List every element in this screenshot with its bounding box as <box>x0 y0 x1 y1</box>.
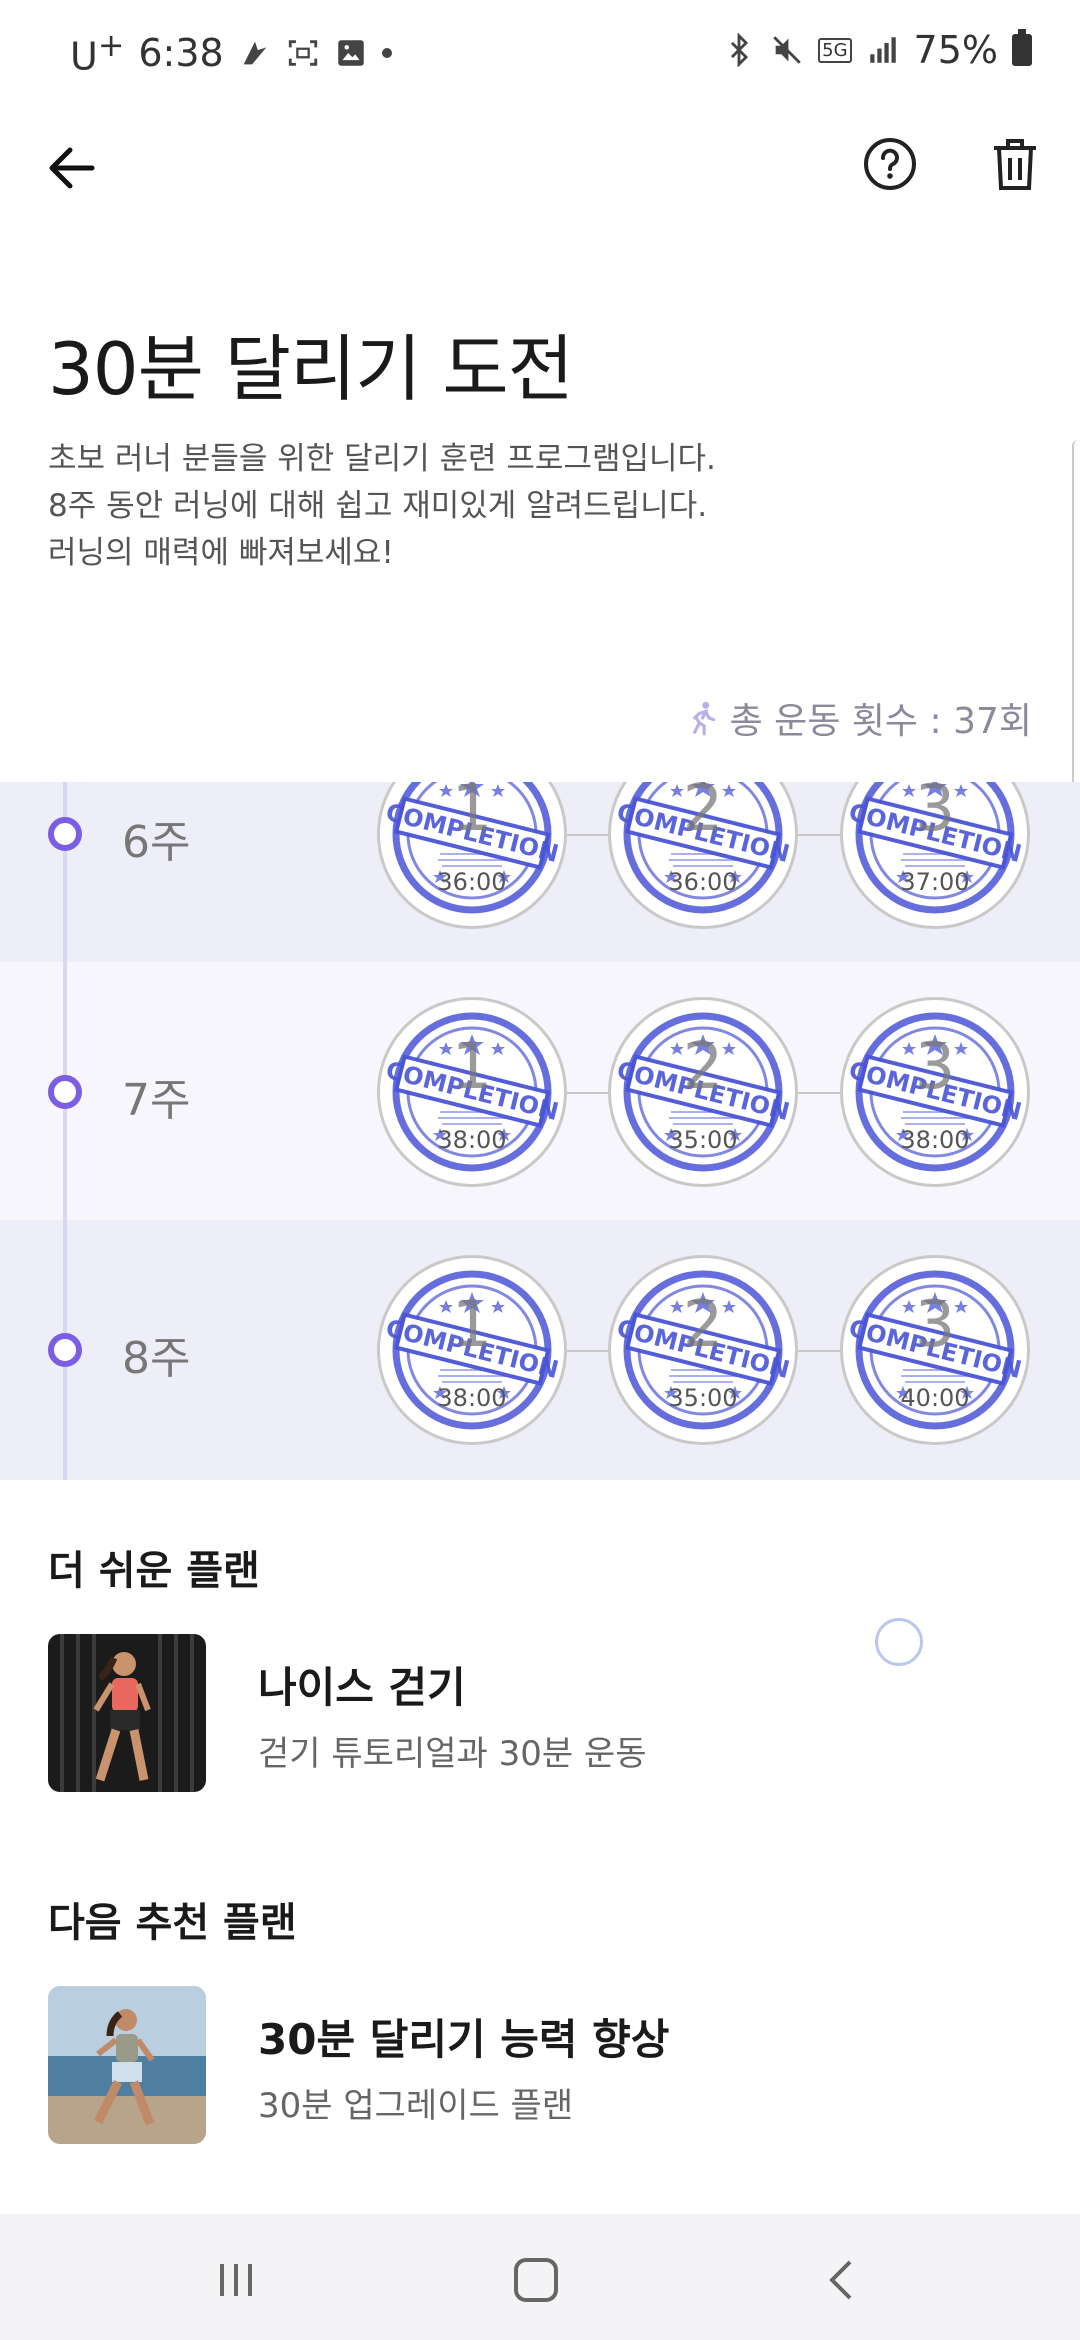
session-connector <box>798 1350 840 1352</box>
signal-icon <box>869 37 896 63</box>
session-connector <box>798 1092 840 1094</box>
description-line: 러닝의 매력에 빠져보세요! <box>48 535 394 571</box>
help-button[interactable] <box>862 136 918 192</box>
bluetooth-icon <box>731 33 749 67</box>
session-duration: 36:00 <box>668 868 738 896</box>
session-stamp[interactable]: COMPLETION 2 35:00 <box>608 1255 798 1445</box>
status-bar: U+ 6:38 5G 75% <box>0 0 1080 100</box>
app-notification-icon <box>243 41 267 65</box>
program-title: 30분 달리기 도전 <box>48 327 574 411</box>
total-count-label: 총 운동 횟수 : 37회 <box>729 701 1032 742</box>
session-stamp[interactable]: COMPLETION 3 37:00 <box>840 782 1030 929</box>
total-workout-count: 총 운동 횟수 : 37회 <box>682 692 1032 744</box>
status-left: U+ 6:38 <box>70 28 392 79</box>
session-number: 3 <box>914 1288 956 1362</box>
week-label: 6주 <box>122 817 191 868</box>
mute-icon <box>773 36 801 64</box>
screenshot-icon <box>288 40 317 67</box>
session-duration: 35:00 <box>668 1384 738 1412</box>
easier-plan-title: 더 쉬운 플랜 <box>48 1548 260 1594</box>
description-line: 8주 동안 러닝에 대해 쉽고 재미있게 알려드립니다. <box>48 488 708 524</box>
week-label: 8주 <box>122 1333 191 1384</box>
home-button[interactable] <box>506 2250 566 2310</box>
session-duration: 40:00 <box>900 1384 970 1412</box>
week-marker <box>48 1075 82 1109</box>
session-duration: 36:00 <box>437 868 507 896</box>
weeks-timeline: 6주 COMPLETION 1 36:00 COMPLETION 2 36:00… <box>0 782 1080 1480</box>
session-duration: 38:00 <box>437 1126 507 1154</box>
session-duration: 37:00 <box>900 868 970 896</box>
program-description: 초보 러너 분들을 위한 달리기 훈련 프로그램입니다. 8주 동안 러닝에 대… <box>48 436 716 577</box>
timeline-line <box>63 782 67 1480</box>
session-duration: 38:00 <box>900 1126 970 1154</box>
status-right: 5G 75% <box>722 28 1032 72</box>
session-stamp[interactable]: COMPLETION 3 40:00 <box>840 1255 1030 1445</box>
top-app-bar <box>0 120 1080 210</box>
recent-apps-button[interactable] <box>206 2250 266 2310</box>
week-marker <box>48 1333 82 1367</box>
session-stamp[interactable]: COMPLETION 1 38:00 <box>377 1255 567 1445</box>
session-number: 2 <box>682 1030 724 1104</box>
session-duration: 35:00 <box>668 1126 738 1154</box>
session-number: 1 <box>451 1288 493 1362</box>
session-connector <box>567 834 608 836</box>
session-connector <box>798 834 840 836</box>
back-button[interactable] <box>40 136 104 200</box>
running-plan-thumbnail <box>48 1986 206 2144</box>
session-number: 3 <box>914 782 956 846</box>
session-stamp[interactable]: COMPLETION 1 38:00 <box>377 997 567 1187</box>
week-marker <box>48 817 82 851</box>
system-back-button[interactable] <box>812 2250 872 2310</box>
easier-plan-subtitle: 걷기 튜토리얼과 30분 운동 <box>258 1734 647 1774</box>
scroll-indicator <box>1072 440 1080 810</box>
session-duration: 38:00 <box>437 1384 507 1412</box>
touch-indicator <box>875 1618 923 1666</box>
session-stamp[interactable]: COMPLETION 2 36:00 <box>608 782 798 929</box>
session-number: 2 <box>682 782 724 846</box>
session-stamp[interactable]: COMPLETION 2 35:00 <box>608 997 798 1187</box>
session-stamp[interactable]: COMPLETION 1 36:00 <box>377 782 567 929</box>
next-plan-title: 다음 추천 플랜 <box>48 1900 297 1946</box>
battery-icon <box>1012 29 1032 66</box>
gallery-icon <box>337 40 364 67</box>
walking-plan-thumbnail <box>48 1634 206 1792</box>
description-line: 초보 러너 분들을 위한 달리기 훈련 프로그램입니다. <box>48 441 716 477</box>
session-number: 3 <box>914 1030 956 1104</box>
system-navigation-bar <box>0 2214 1080 2340</box>
runner-icon <box>692 701 715 736</box>
session-number: 1 <box>451 1030 493 1104</box>
easier-plan-name: 나이스 걷기 <box>258 1663 466 1712</box>
week-label: 7주 <box>122 1075 191 1126</box>
battery-level: 75% <box>913 28 998 72</box>
next-plan-card[interactable]: 30분 달리기 능력 향상 30분 업그레이드 플랜 <box>48 1986 1032 2144</box>
network-type: 5G <box>818 37 852 63</box>
clock: 6:38 <box>138 31 224 76</box>
next-plan-name: 30분 달리기 능력 향상 <box>258 2015 670 2064</box>
session-number: 2 <box>682 1288 724 1362</box>
carrier-label: U+ <box>70 28 125 79</box>
session-connector <box>567 1350 608 1352</box>
delete-button[interactable] <box>990 136 1040 192</box>
more-notifications-dot <box>381 48 392 59</box>
session-stamp[interactable]: COMPLETION 3 38:00 <box>840 997 1030 1187</box>
session-number: 1 <box>451 782 493 846</box>
next-plan-subtitle: 30분 업그레이드 플랜 <box>258 2086 574 2126</box>
session-connector <box>567 1092 608 1094</box>
